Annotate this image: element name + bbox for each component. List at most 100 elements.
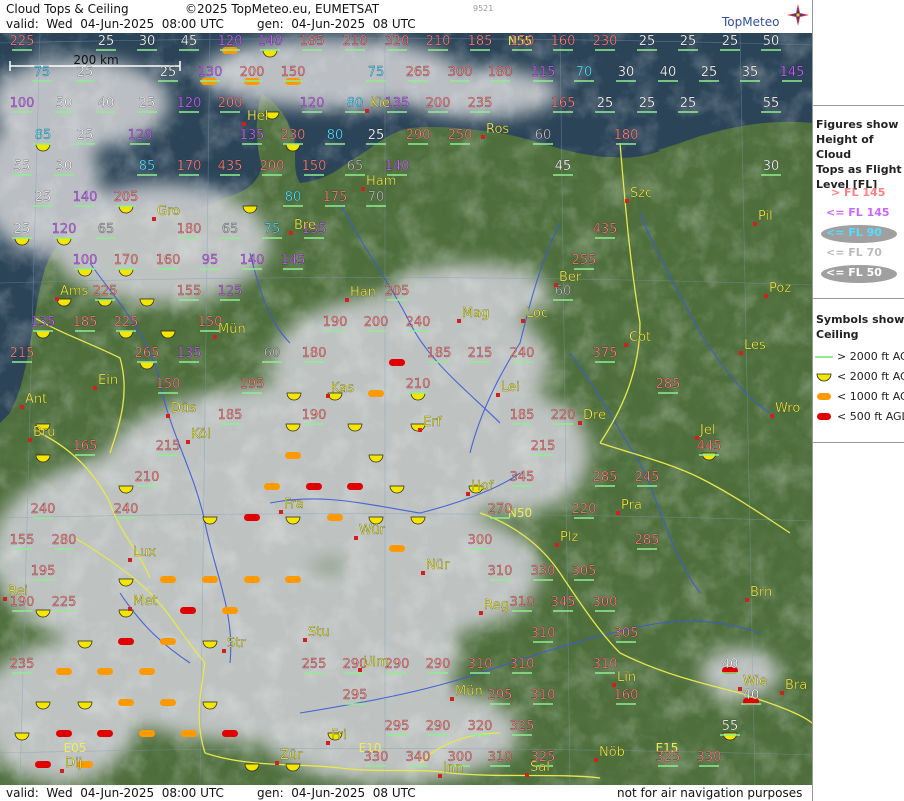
cloud-top-value: 200 — [218, 96, 243, 111]
city-label[interactable]: Fri — [331, 728, 347, 743]
city-marker-dot — [616, 511, 620, 515]
cloud-top-value: 25 — [160, 65, 177, 80]
map-canvas[interactable]: 200 km N55N50E05 E10 E15 225 25 30 45 120 140 18… — [0, 33, 812, 785]
cloud-top-value: 40 — [660, 65, 677, 80]
city-label[interactable]: Nür — [426, 558, 450, 573]
cloud-top-value: 225 — [114, 315, 139, 330]
city-label[interactable]: Fra — [284, 497, 304, 512]
city-label[interactable]: Hel — [247, 109, 269, 124]
city-label[interactable]: Ant — [25, 392, 47, 407]
city-label[interactable]: Ber — [559, 270, 582, 285]
city-label[interactable]: Loc — [526, 306, 548, 321]
cloud-top-value: 25 — [701, 65, 718, 80]
cloud-top-value: 155 — [10, 533, 35, 548]
city-label[interactable]: Pra — [621, 498, 642, 513]
city-marker-dot — [166, 414, 170, 418]
copyright-text: ©2025 TopMeteo.eu, EUMETSAT — [185, 2, 380, 16]
cloud-top-value: 25 — [77, 65, 94, 80]
city-marker-dot — [450, 697, 454, 701]
city-label[interactable]: Mün — [218, 322, 246, 337]
cloud-top-value: 65 — [222, 222, 239, 237]
city-label[interactable]: Str — [227, 636, 247, 651]
city-marker-dot — [128, 607, 132, 611]
city-label[interactable]: Lin — [617, 670, 636, 685]
logo-text: TopMeteo — [722, 15, 780, 29]
satellite-map[interactable]: 200 km N55 N50 E05 E10 E15 225 25 30 45 120 140 18… — [0, 33, 812, 785]
cloud-top-value: 200 — [240, 65, 265, 80]
city-label[interactable]: Erf — [423, 415, 442, 430]
city-marker-dot — [326, 394, 330, 398]
cloud-top-value: 30 — [618, 65, 635, 80]
city-label[interactable]: Bre — [294, 218, 316, 233]
city-label[interactable]: Reg — [484, 598, 509, 613]
cloud-top-value: 85 — [139, 159, 156, 174]
city-label[interactable]: Wro — [775, 401, 801, 416]
city-label[interactable]: Met — [133, 594, 158, 609]
city-label[interactable]: Jel — [699, 423, 716, 438]
cloud-top-value: 210 — [135, 470, 160, 485]
red-pill-icon — [817, 413, 831, 420]
city-label[interactable]: Han — [350, 285, 376, 300]
city-label[interactable]: Plz — [560, 530, 579, 545]
cloud-top-value: 180 — [302, 346, 327, 361]
city-label[interactable]: Ams — [60, 284, 89, 299]
cloud-top-value: 295 — [343, 688, 368, 703]
city-label[interactable]: Brn — [750, 585, 773, 600]
cloud-top-value: 345 — [510, 470, 535, 485]
city-label[interactable]: Kas — [331, 381, 355, 396]
city-label[interactable]: Nöb — [599, 745, 625, 760]
city-label[interactable]: Bra — [785, 678, 807, 693]
city-label[interactable]: Poz — [769, 281, 792, 296]
city-label[interactable]: Lux — [133, 545, 157, 560]
city-label[interactable]: Szc — [630, 186, 652, 201]
city-label[interactable]: Stu — [308, 625, 330, 640]
city-marker-dot — [745, 598, 749, 602]
city-label[interactable]: Ein — [98, 373, 118, 388]
city-label[interactable]: Ham — [366, 174, 397, 189]
city-label[interactable]: Dij — [65, 756, 82, 771]
cloud-top-value: 120 — [177, 96, 202, 111]
city-label[interactable]: Inn — [443, 761, 464, 776]
cloud-top-value: 150 — [510, 34, 535, 49]
city-label[interactable]: Mün — [455, 684, 483, 699]
city-label[interactable]: Pil — [758, 209, 773, 224]
city-label[interactable]: Bru — [33, 425, 56, 440]
city-label[interactable]: Hof — [471, 479, 494, 494]
cloud-top-value: 25 — [35, 190, 52, 205]
ceiling-below-500-mark — [306, 483, 322, 490]
ceiling-below-1000-mark — [139, 668, 155, 675]
city-label[interactable]: Gro — [157, 204, 180, 219]
city-label[interactable]: Lei — [501, 380, 520, 395]
city-label[interactable]: Mag — [462, 306, 490, 321]
legend-label: <= FL 50 — [826, 266, 882, 279]
cloud-top-value: 310 — [488, 750, 513, 765]
city-label[interactable]: Wür — [359, 523, 386, 538]
city-marker-dot — [326, 741, 330, 745]
city-label[interactable]: Zür — [280, 748, 303, 763]
cloud-top-value: 185 — [73, 315, 98, 330]
legend-label: < 1000 ft AGL — [837, 390, 904, 403]
line-symbol-icon — [815, 356, 833, 358]
cloud-top-value: 25 — [597, 96, 614, 111]
city-label[interactable]: Ros — [486, 122, 510, 137]
city-label[interactable]: Kie — [370, 96, 390, 111]
cloud-top-value: 140 — [240, 253, 265, 268]
cloud-top-value: 200 — [364, 315, 389, 330]
city-label[interactable]: Sal — [530, 760, 550, 775]
city-marker-dot — [358, 668, 362, 672]
city-label[interactable]: Les — [744, 338, 766, 353]
cloud-top-value: 300 — [468, 533, 493, 548]
city-marker-dot — [479, 611, 483, 615]
city-label[interactable]: Köl — [191, 427, 211, 442]
city-label[interactable]: Ulm — [363, 655, 389, 670]
city-label[interactable]: Rei — [8, 584, 28, 599]
cloud-top-value: 175 — [323, 190, 348, 205]
cloud-top-value: 290 — [406, 128, 431, 143]
city-label[interactable]: Wie — [743, 674, 767, 689]
city-label[interactable]: Cot — [629, 330, 651, 345]
city-label[interactable]: Dre — [583, 408, 606, 423]
city-label[interactable]: Düs — [171, 401, 196, 416]
cloud-top-value: 180 — [177, 222, 202, 237]
symbols-title-line: Ceiling — [816, 328, 859, 341]
ceiling-below-1000-mark — [160, 638, 176, 645]
